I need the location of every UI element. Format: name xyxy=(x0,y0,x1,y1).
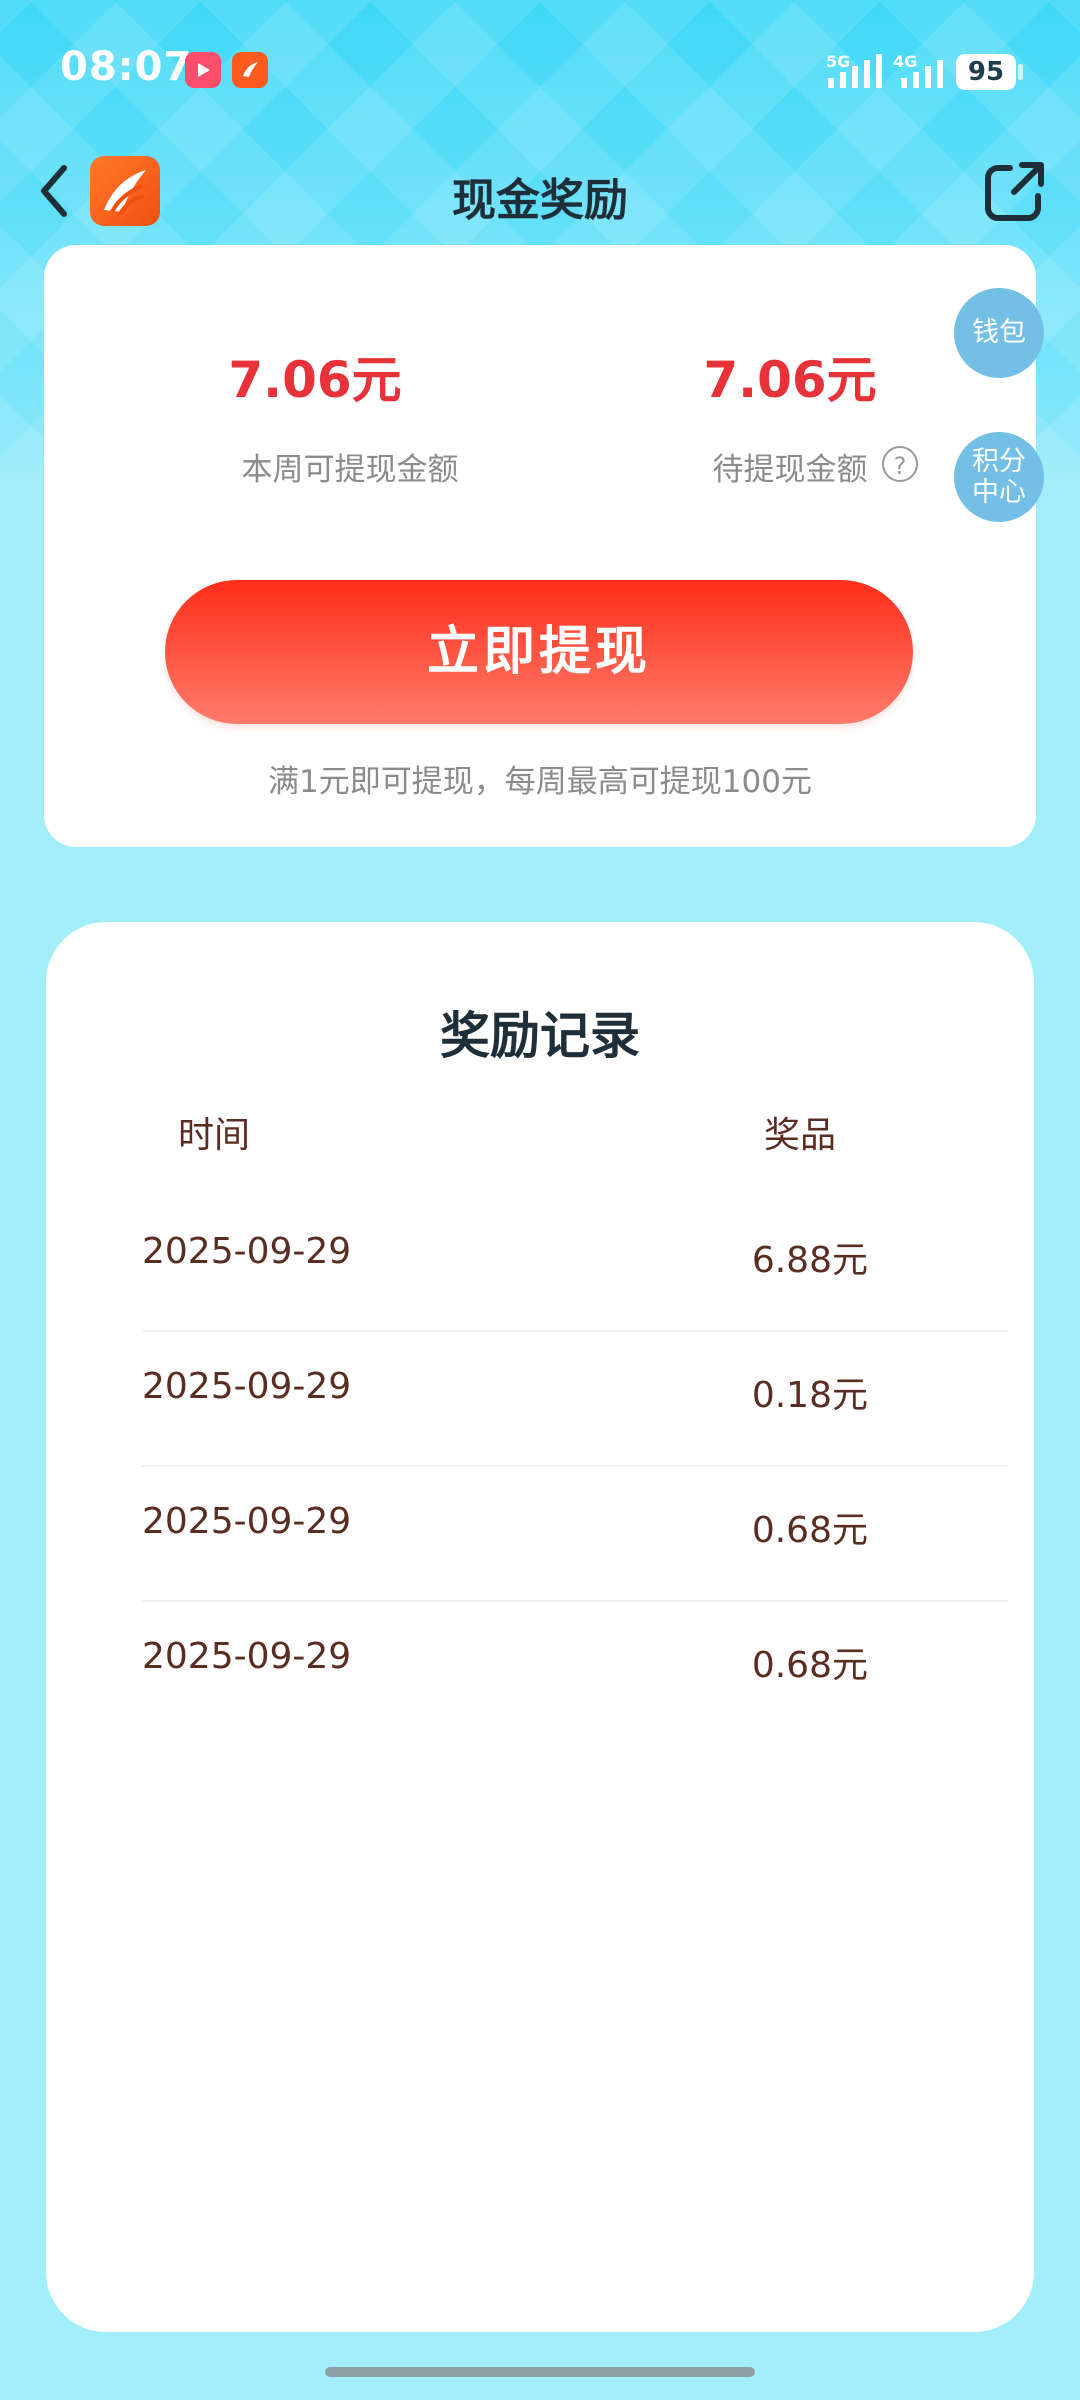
record-date: 2025-09-29 xyxy=(142,1231,352,1272)
battery-tip xyxy=(1018,64,1023,80)
page-title: 现金奖励 xyxy=(452,175,628,226)
status-bar: 08:07 5G 4G 95 xyxy=(0,0,1080,140)
record-value: 6.88元 xyxy=(751,1240,868,1281)
record-row: 2025-09-29 0.68元 xyxy=(142,1465,1008,1602)
points-center-label-line1: 积分 xyxy=(972,445,1026,477)
record-date: 2025-09-29 xyxy=(142,1501,352,1542)
withdraw-now-button[interactable]: 立即提现 xyxy=(165,580,913,724)
video-app-notification-icon xyxy=(185,52,221,88)
record-row: 2025-09-29 6.88元 xyxy=(142,1195,1008,1332)
points-center-button[interactable]: 积分 中心 xyxy=(954,432,1044,522)
column-header-time: 时间 xyxy=(178,1115,251,1156)
points-center-label-line2: 中心 xyxy=(972,477,1026,508)
record-row: 2025-09-29 0.68元 xyxy=(142,1600,1008,1735)
news-app-notification-icon xyxy=(232,52,268,88)
record-row: 2025-09-29 0.18元 xyxy=(142,1330,1008,1467)
weekly-withdrawable-label: 本周可提现金额 xyxy=(241,452,459,488)
withdraw-rules-note: 满1元即可提现，每周最高可提现100元 xyxy=(268,764,812,800)
wallet-button[interactable]: 钱包 xyxy=(954,288,1044,378)
record-date: 2025-09-29 xyxy=(142,1636,352,1677)
battery-indicator: 95 xyxy=(956,54,1016,90)
record-value: 0.18元 xyxy=(751,1375,868,1416)
records-title: 奖励记录 xyxy=(440,1007,640,1065)
status-time: 08:07 xyxy=(60,44,193,90)
share-button[interactable] xyxy=(980,158,1048,226)
help-question-icon[interactable]: ? xyxy=(882,446,918,482)
signal-5g-icon xyxy=(828,54,882,88)
home-indicator[interactable] xyxy=(325,2367,755,2377)
pending-withdraw-label: 待提现金额 xyxy=(712,452,868,488)
record-date: 2025-09-29 xyxy=(142,1366,352,1407)
signal-4g-icon xyxy=(901,60,943,88)
share-icon xyxy=(985,162,1044,221)
wallet-label: 钱包 xyxy=(972,317,1026,349)
weekly-withdrawable-amount: 7.06元 xyxy=(228,351,402,409)
points-center-label: 积分 中心 xyxy=(972,446,1026,508)
column-header-prize: 奖品 xyxy=(764,1115,837,1156)
record-value: 0.68元 xyxy=(751,1645,868,1686)
record-value: 0.68元 xyxy=(751,1510,868,1551)
pending-withdraw-amount: 7.06元 xyxy=(703,351,877,409)
